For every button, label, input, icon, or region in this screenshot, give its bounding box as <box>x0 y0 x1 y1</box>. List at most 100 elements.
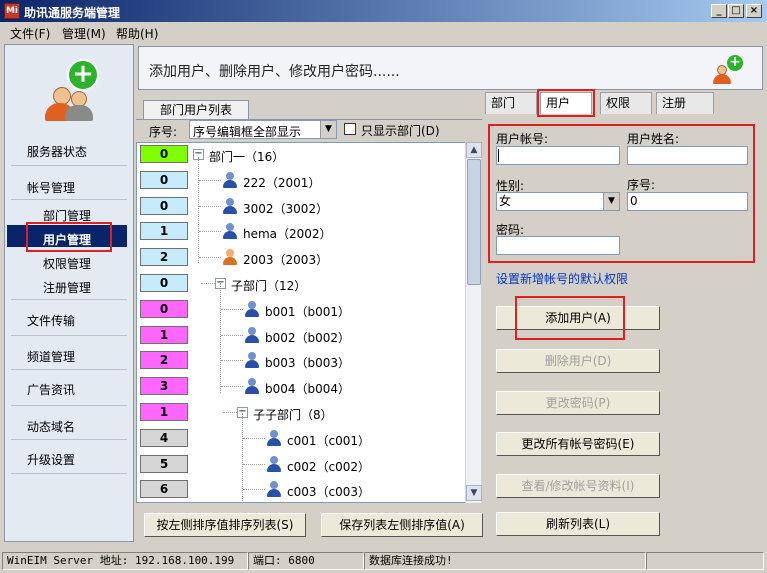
tab-dept[interactable]: 部门 <box>485 92 537 114</box>
tree-user-node[interactable]: c002（c002） <box>287 458 370 475</box>
sort-select-value: 序号编辑框全部显示 <box>193 125 302 139</box>
tree-connector <box>198 157 199 263</box>
sort-value-badge[interactable]: 2 <box>140 248 188 267</box>
tree-connector <box>243 437 265 439</box>
sort-value-badge[interactable]: 2 <box>140 351 188 370</box>
name-input[interactable] <box>627 146 748 165</box>
sidebar-item-server-status[interactable]: 服务器状态 <box>27 143 87 160</box>
user-orange-icon <box>223 249 237 266</box>
save-left-sort-button[interactable]: 保存列表左侧排序值(A) <box>321 513 483 537</box>
sort-value-badge[interactable]: 1 <box>140 222 188 241</box>
tree-connector <box>199 205 221 207</box>
tree-connector <box>201 283 215 284</box>
sort-value-badge[interactable]: 4 <box>140 428 188 447</box>
tree-connector <box>221 386 243 388</box>
status-server-address: WinEIM Server 地址: 192.168.100.199 <box>2 552 248 570</box>
tree-connector <box>221 360 243 362</box>
maximize-button[interactable]: □ <box>728 4 744 18</box>
chevron-down-icon[interactable]: ▼ <box>320 121 336 138</box>
user-icon <box>223 223 237 240</box>
tree-connector <box>223 412 237 413</box>
refresh-list-button[interactable]: 刷新列表(L) <box>496 512 660 536</box>
only-dept-label: 只显示部门(D) <box>361 124 440 138</box>
tree-user-node[interactable]: c003（c003） <box>287 483 370 500</box>
sidebar-item-account[interactable]: 帐号管理 <box>27 179 75 196</box>
sort-value-badge[interactable]: 0 <box>140 196 188 215</box>
sort-value-badge[interactable]: 0 <box>140 299 188 318</box>
tree-connector <box>199 257 221 259</box>
seq-input[interactable]: 0 <box>627 192 748 211</box>
scroll-up-icon[interactable]: ▲ <box>466 142 482 158</box>
view-edit-account-button[interactable]: 查看/修改帐号资料(I) <box>496 474 660 498</box>
tree-user-node[interactable]: b001（b001） <box>265 303 350 320</box>
user-icon <box>223 171 237 188</box>
tree-connector <box>243 463 265 465</box>
change-all-passwords-button[interactable]: 更改所有帐号密码(E) <box>496 432 660 456</box>
sort-value-badge[interactable]: 1 <box>140 403 188 421</box>
close-button[interactable]: × <box>746 4 762 18</box>
minimize-button[interactable]: _ <box>711 4 727 18</box>
tree-user-node[interactable]: b002（b002） <box>265 329 350 346</box>
sort-value-badge[interactable]: 0 <box>140 274 188 292</box>
sort-value-badge[interactable]: 0 <box>140 145 188 163</box>
user-icon <box>245 300 259 317</box>
users-add-icon: + <box>35 59 105 121</box>
tree-user-node[interactable]: 2003（2003） <box>243 251 328 268</box>
sort-select[interactable]: 序号编辑框全部显示 ▼ <box>189 120 337 139</box>
tab-permission[interactable]: 权限 <box>600 92 652 114</box>
seq-label: 序号: <box>627 178 656 192</box>
tree-user-node[interactable]: c001（c001） <box>287 432 370 449</box>
tree-dept-node[interactable]: 子部门（12） <box>231 277 306 294</box>
sidebar-item-file-transfer[interactable]: 文件传输 <box>27 312 75 329</box>
tree-user-node[interactable]: b003（b003） <box>265 354 350 371</box>
sidebar-item-upgrade[interactable]: 升级设置 <box>27 451 75 468</box>
sidebar-item-register[interactable]: 注册管理 <box>43 279 91 296</box>
dept-user-tree[interactable]: 00012001231456 − 部门一（16） 222（2001） 3002（300… <box>136 142 481 503</box>
user-icon <box>267 455 281 472</box>
highlight-box-add-button <box>515 296 625 340</box>
gender-select[interactable]: 女 ▼ <box>496 192 620 211</box>
gender-value: 女 <box>499 194 512 208</box>
chevron-down-icon[interactable]: ▼ <box>603 193 619 210</box>
sidebar: + 服务器状态 帐号管理 部门管理 用户管理 权限管理 注册管理 文件传输 频道… <box>4 44 134 542</box>
sort-value-badge[interactable]: 5 <box>140 454 188 473</box>
sort-value-badge[interactable]: 3 <box>140 377 188 396</box>
default-permission-link[interactable]: 设置新增帐号的默认权限 <box>496 270 628 287</box>
sidebar-item-ads[interactable]: 广告资讯 <box>27 381 75 398</box>
status-port: 端口: 6800 <box>248 552 364 570</box>
tab-register[interactable]: 注册 <box>656 92 714 114</box>
status-db: 数据库连接成功! <box>364 552 646 570</box>
tree-user-node[interactable]: hema（2002） <box>243 225 332 242</box>
menu-manage[interactable]: 管理(M) <box>62 25 106 42</box>
password-input[interactable] <box>496 236 620 255</box>
tree-connector <box>220 283 221 393</box>
user-icon <box>223 197 237 214</box>
scroll-down-icon[interactable]: ▼ <box>466 485 482 501</box>
sort-value-badge[interactable]: 6 <box>140 480 188 499</box>
sort-value-badge[interactable]: 1 <box>140 325 188 344</box>
sort-by-left-button[interactable]: 按左侧排序值排序列表(S) <box>144 513 306 537</box>
tree-user-node[interactable]: 3002（3002） <box>243 200 328 217</box>
delete-user-button[interactable]: 删除用户(D) <box>496 349 660 373</box>
scroll-thumb[interactable] <box>467 159 481 285</box>
change-password-button[interactable]: 更改密码(P) <box>496 391 660 415</box>
account-input[interactable] <box>496 146 620 165</box>
sidebar-item-ddns[interactable]: 动态域名 <box>27 418 75 435</box>
tab-dept-user-list[interactable]: 部门用户列表 <box>143 100 249 120</box>
sidebar-item-channel[interactable]: 频道管理 <box>27 348 75 365</box>
sidebar-item-permission[interactable]: 权限管理 <box>43 255 91 272</box>
banner-text: 添加用户、删除用户、修改用户密码...... <box>149 64 400 80</box>
window-title: 助讯通服务端管理 <box>24 6 121 20</box>
user-icon <box>245 378 259 395</box>
menu-help[interactable]: 帮助(H) <box>116 25 158 42</box>
sort-value-badge[interactable]: 0 <box>140 170 188 189</box>
tree-scrollbar[interactable]: ▲ ▼ <box>465 142 482 503</box>
tree-dept-node[interactable]: 部门一（16） <box>209 148 284 165</box>
menu-file[interactable]: 文件(F) <box>10 25 50 42</box>
tree-user-node[interactable]: b004（b004） <box>265 380 350 397</box>
tree-dept-node[interactable]: 子子部门（8） <box>253 406 333 423</box>
highlight-box-user-tab <box>537 89 595 117</box>
tree-connector <box>221 308 243 310</box>
only-dept-checkbox[interactable] <box>344 123 356 135</box>
tree-user-node[interactable]: 222（2001） <box>243 174 320 191</box>
